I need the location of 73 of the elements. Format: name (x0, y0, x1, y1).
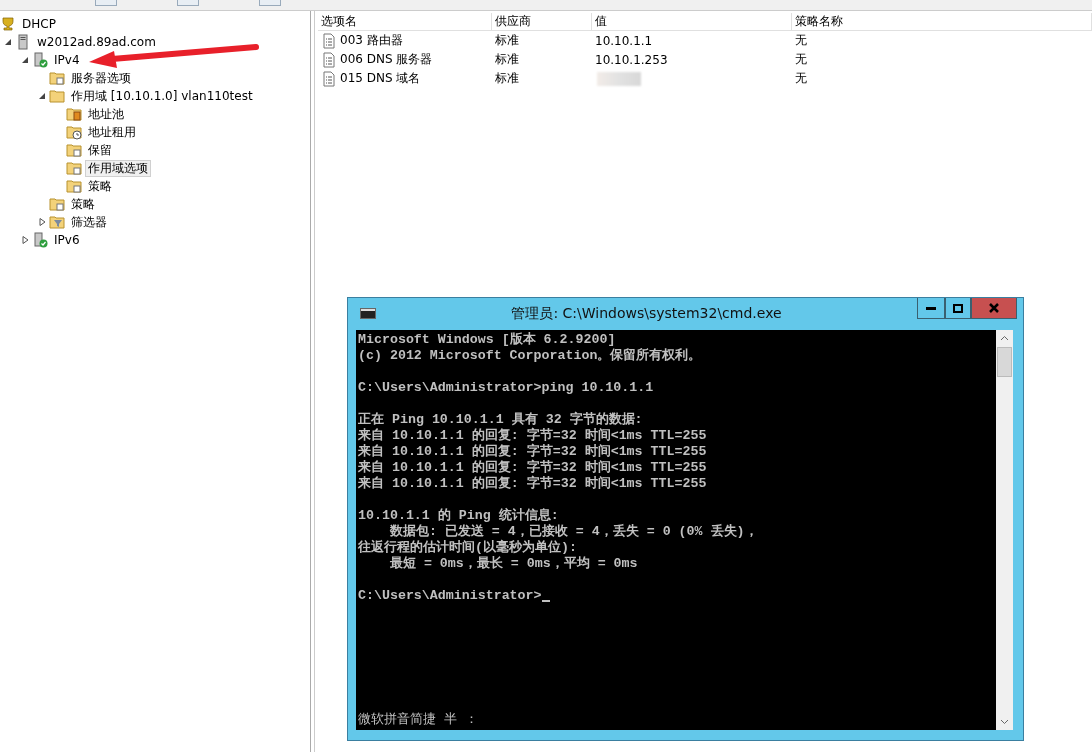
tree-item[interactable]: 策略 (68, 195, 98, 213)
folder-document-icon (66, 160, 82, 176)
console-line: 往返行程的估计时间(以毫秒为单位): (358, 540, 577, 556)
server-icon (15, 34, 31, 50)
folder-clock-icon (66, 124, 82, 140)
server-check-icon (32, 232, 48, 248)
close-icon (989, 303, 999, 313)
console-line: 10.10.1.1 的 Ping 统计信息: (358, 508, 559, 524)
console-line: 最短 = 0ms，最长 = 0ms，平均 = 0ms (388, 556, 638, 572)
table-cell: 无 (795, 51, 807, 68)
console-line: 来自 10.10.1.1 的回复: 字节=32 时间<1ms TTL=255 (358, 476, 707, 492)
minimize-icon (926, 306, 936, 310)
table-cell: 10.10.1.1 (595, 33, 653, 48)
table-cell: 015 DNS 域名 (340, 70, 421, 87)
console-line: (c) 2012 Microsoft Corporation。保留所有权利。 (358, 348, 702, 364)
console-line: Microsoft Windows [版本 6.2.9200] (358, 332, 616, 348)
window-title: 管理员: C:\Windows\system32\cmd.exe (510, 304, 783, 323)
table-cell: 003 路由器 (340, 32, 403, 49)
folder-document-icon (49, 70, 65, 86)
document-icon (321, 70, 337, 87)
console-line: 来自 10.10.1.1 的回复: 字节=32 时间<1ms TTL=255 (358, 460, 707, 475)
folder-document-icon (49, 196, 65, 212)
console-icon (360, 308, 376, 319)
folder-book-icon (66, 106, 82, 122)
table-cell: 标准 (495, 32, 519, 49)
tree-item[interactable]: IPv4 (51, 51, 83, 69)
column-header[interactable]: 选项名 (318, 13, 492, 30)
tree-item[interactable]: DHCP (19, 15, 59, 33)
maximize-button[interactable] (945, 298, 971, 319)
folder-document-icon (66, 142, 82, 158)
table-cell: 标准 (495, 51, 519, 68)
folder-icon (49, 88, 65, 104)
folder-document-icon (66, 178, 82, 194)
console-line: C:\Users\Administrator>ping 10.10.1.1 (358, 380, 654, 396)
table-cell: 无 (795, 32, 807, 49)
tree-item[interactable]: 作用域选项 (85, 159, 151, 177)
filter-folder-icon (49, 214, 65, 230)
ime-status: 微软拼音简捷 半 ： (358, 712, 478, 728)
document-icon (321, 51, 337, 68)
tree-item[interactable]: 作用域 [10.10.1.0] vlan110test (68, 87, 256, 105)
console-line: 数据包: 已发送 = 4，已接收 = 4，丢失 = 0 (0% 丢失)， (388, 524, 758, 539)
tree-item[interactable]: 策略 (85, 177, 115, 195)
tree-item[interactable]: 地址池 (85, 105, 127, 123)
table-cell: 无 (795, 70, 807, 87)
scroll-thumb[interactable] (997, 347, 1012, 377)
close-button[interactable] (971, 298, 1017, 319)
trophy-icon (0, 16, 16, 32)
minimize-button[interactable] (917, 298, 945, 319)
column-header[interactable]: 供应商 (492, 13, 592, 30)
tree-item[interactable]: 服务器选项 (68, 69, 134, 87)
tree-item[interactable]: 筛选器 (68, 213, 110, 231)
tree-item[interactable]: IPv6 (51, 231, 83, 249)
scrollbar[interactable] (996, 330, 1013, 730)
expand-icon[interactable] (21, 236, 29, 244)
console-line: 来自 10.10.1.1 的回复: 字节=32 时间<1ms TTL=255 (358, 428, 707, 443)
table-cell: 006 DNS 服务器 (340, 51, 433, 68)
document-icon (321, 32, 337, 49)
collapse-icon[interactable] (38, 92, 46, 100)
collapse-icon[interactable] (21, 56, 29, 64)
column-header[interactable]: 值 (592, 13, 792, 30)
expand-icon[interactable] (38, 218, 46, 226)
maximize-icon (953, 303, 963, 313)
tree-item[interactable]: 保留 (85, 141, 115, 159)
column-header[interactable]: 策略名称 (792, 13, 1092, 30)
console-line: 来自 10.10.1.1 的回复: 字节=32 时间<1ms TTL=255 (358, 444, 707, 459)
table-cell: 标准 (495, 70, 519, 87)
tree-item[interactable]: 地址租用 (85, 123, 139, 141)
tree-item[interactable]: w2012ad.89ad.com (34, 33, 159, 51)
console-line: C:\Users\Administrator> (358, 588, 542, 604)
server-check-icon (32, 52, 48, 68)
collapse-icon[interactable] (4, 38, 12, 46)
console-line: 正在 Ping 10.10.1.1 具有 32 字节的数据: (358, 412, 643, 427)
table-cell: 10.10.1.253 (595, 52, 668, 67)
